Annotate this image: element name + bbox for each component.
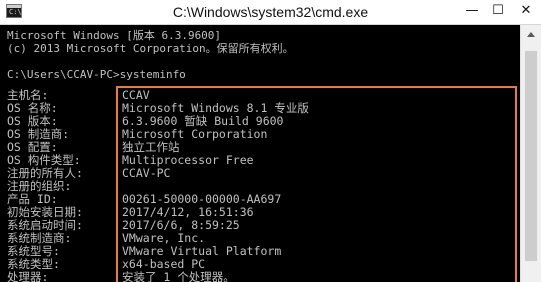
row-label: 处理器: [7, 270, 49, 282]
title-bar[interactable]: C:\ C:\Windows\system32\cmd.exe — ☐ ✕ [0, 0, 541, 25]
command-prompt: C:\Users\CCAV-PC>systeminfo [7, 68, 186, 81]
close-button[interactable]: ✕ [511, 0, 541, 24]
cmd-window: C:\ C:\Windows\system32\cmd.exe — ☐ ✕ Mi… [0, 0, 541, 282]
vertical-scrollbar[interactable] [520, 25, 541, 282]
scroll-up-arrow-icon[interactable] [527, 32, 535, 37]
row-value: 安装了 1 个处理器。 [122, 270, 235, 282]
maximize-button[interactable]: ☐ [485, 0, 511, 24]
row-value: CCAV-PC [122, 166, 171, 180]
banner-version: Microsoft Windows [版本 6.3.9600] [7, 29, 222, 42]
banner-copyright: (c) 2013 Microsoft Corporation。保留所有权利。 [7, 42, 294, 55]
console-output[interactable]: Microsoft Windows [版本 6.3.9600] (c) 2013… [0, 25, 520, 282]
scrollbar-thumb[interactable] [525, 51, 537, 261]
minimize-button[interactable]: — [459, 0, 485, 24]
